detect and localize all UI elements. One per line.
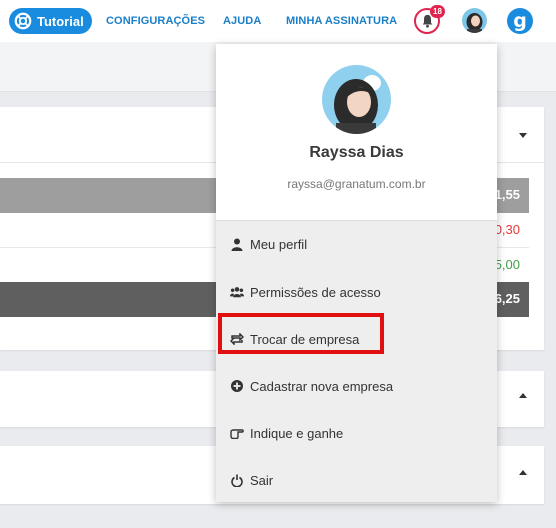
row-value: 5,00: [494, 257, 520, 272]
row-value: 0,30: [494, 222, 520, 237]
row-value: 6,25: [494, 291, 520, 306]
menu-item-sair[interactable]: Sair: [216, 465, 497, 495]
notification-badge: 18: [430, 5, 445, 18]
tutorial-button[interactable]: Tutorial: [9, 8, 92, 34]
menu-item-meu-perfil[interactable]: Meu perfil: [216, 229, 497, 259]
profile-header: Rayssa Dias rayssa@granatum.com.br: [216, 44, 497, 221]
tutorial-label: Tutorial: [37, 13, 84, 29]
hand-point-icon: [230, 426, 244, 440]
profile-avatar: [322, 65, 391, 134]
caret-up-icon[interactable]: [519, 470, 527, 475]
menu-item-label: Sair: [250, 472, 274, 488]
menu-item-label: Permissões de acesso: [250, 284, 381, 300]
top-navbar: Tutorial CONFIGURAÇÕES AJUDA MINHA ASSIN…: [0, 0, 556, 42]
granatum-logo[interactable]: g: [507, 8, 533, 34]
menu-item-permissoes[interactable]: Permissões de acesso: [216, 277, 497, 307]
caret-up-icon[interactable]: [519, 393, 527, 398]
notifications-button[interactable]: 18: [414, 5, 445, 34]
user-icon: [230, 237, 244, 251]
logo-letter: g: [513, 10, 527, 32]
nav-configuracoes[interactable]: CONFIGURAÇÕES: [106, 15, 205, 27]
avatar-photo: [462, 8, 487, 33]
avatar-photo: [322, 65, 391, 134]
highlight-box: [218, 313, 384, 354]
profile-name: Rayssa Dias: [309, 144, 404, 161]
caret-down-icon[interactable]: [519, 133, 527, 138]
menu-item-label: Cadastrar nova empresa: [250, 378, 394, 394]
menu-item-label: Indique e ganhe: [250, 425, 344, 441]
profile-menu: Meu perfil Permissões de acesso Trocar d…: [216, 221, 497, 502]
users-icon: [230, 285, 244, 299]
plus-circle-icon: [230, 379, 244, 393]
menu-item-cadastrar-empresa[interactable]: Cadastrar nova empresa: [216, 371, 497, 401]
user-avatar[interactable]: [462, 8, 487, 33]
menu-item-label: Meu perfil: [250, 236, 308, 252]
lifebuoy-icon: [14, 12, 32, 30]
profile-email: rayssa@granatum.com.br: [287, 177, 426, 191]
profile-dropdown: Rayssa Dias rayssa@granatum.com.br Meu p…: [216, 44, 497, 502]
menu-item-indique-ganhe[interactable]: Indique e ganhe: [216, 418, 497, 448]
nav-minha-assinatura[interactable]: MINHA ASSINATURA: [286, 15, 397, 27]
nav-ajuda[interactable]: AJUDA: [223, 15, 261, 27]
power-icon: [230, 473, 244, 487]
row-value: 1,55: [494, 187, 520, 202]
